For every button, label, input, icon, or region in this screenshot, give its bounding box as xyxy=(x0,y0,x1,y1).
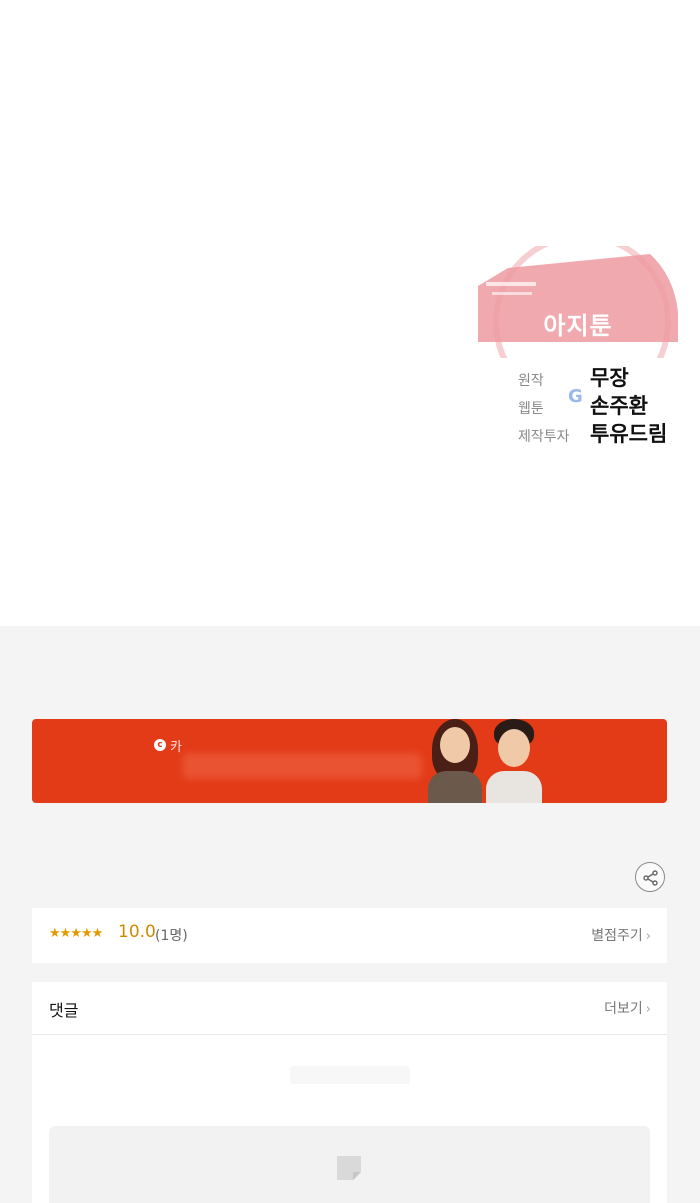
divider xyxy=(32,1034,667,1035)
rating-stars: ★★★★★ xyxy=(49,926,103,941)
credit-row-original: 원작 무장 xyxy=(516,362,686,390)
credit-role: 제작투자 xyxy=(518,429,570,445)
banner-logo-icon: c xyxy=(154,739,166,751)
rate-button-label: 별점주기 xyxy=(591,928,643,944)
chevron-right-icon: › xyxy=(645,929,651,944)
google-logo-icon: G xyxy=(568,386,583,407)
credits-stamp: 아지툰 xyxy=(478,246,678,358)
banner-person-female xyxy=(428,719,482,803)
stamp-title: 아지툰 xyxy=(543,312,613,340)
share-icon xyxy=(643,870,658,886)
credit-role: 웹툰 xyxy=(518,401,544,417)
credit-name: 무장 xyxy=(590,366,629,390)
comment-input-area[interactable] xyxy=(49,1126,650,1203)
share-button[interactable] xyxy=(635,862,665,892)
credits-list: 원작 무장 웹툰 손주환 제작투자 투유드림 xyxy=(516,362,686,446)
comic-panel: 아지툰 원작 무장 웹툰 손주환 제작투자 투유드림 G xyxy=(0,0,700,626)
comment-placeholder xyxy=(290,1066,410,1084)
rating-section: ★★★★★ 10.0 (1명) 별점주기 › xyxy=(32,908,667,963)
chevron-right-icon: › xyxy=(645,1002,651,1017)
ad-banner[interactable]: c 카 xyxy=(32,719,667,803)
banner-blurred-text xyxy=(182,753,422,779)
comments-title: 댓글 xyxy=(49,1001,79,1020)
credit-row-production: 제작투자 투유드림 xyxy=(516,418,686,446)
banner-person-male xyxy=(486,719,542,803)
credit-name: 손주환 xyxy=(590,394,648,418)
banner-text: 카 xyxy=(170,740,182,755)
rate-button[interactable]: 별점주기 › xyxy=(591,925,651,945)
rating-count: (1명) xyxy=(155,928,188,944)
comments-more-label: 더보기 xyxy=(604,1001,643,1017)
comment-icon xyxy=(337,1156,361,1180)
rating-score: 10.0 xyxy=(118,922,156,942)
comments-more-button[interactable]: 더보기 › xyxy=(604,998,651,1018)
comments-section: 댓글 더보기 › xyxy=(32,982,667,1203)
credit-name: 투유드림 xyxy=(590,422,668,446)
credit-row-webtoon: 웹툰 손주환 xyxy=(516,390,686,418)
credit-role: 원작 xyxy=(518,373,544,389)
